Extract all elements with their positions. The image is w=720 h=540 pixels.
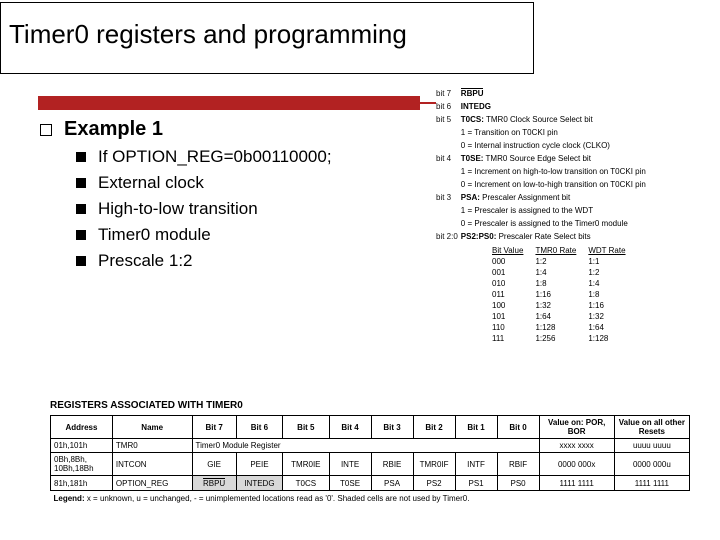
example-item: If OPTION_REG=0b00110000; [98,147,332,167]
page-title: Timer0 registers and programming [9,19,523,50]
associated-registers: REGISTERS ASSOCIATED WITH TIMER0 Address… [50,400,690,505]
option-reg-bit-defs: bit 7RBPUbit 6INTEDGbit 5T0CS: TMR0 Cloc… [436,88,649,344]
bullet-filled-icon [76,256,86,266]
assoc-title: REGISTERS ASSOCIATED WITH TIMER0 [50,400,690,411]
accent-bar-tail [420,102,436,104]
example-item: High-to-low transition [98,199,258,219]
bullet-filled-icon [76,152,86,162]
example-item: Prescale 1:2 [98,251,193,271]
example-heading: Example 1 [64,118,163,141]
bullet-filled-icon [76,230,86,240]
bullet-filled-icon [76,178,86,188]
example-item: External clock [98,173,204,193]
example-item: Timer0 module [98,225,211,245]
bullet-filled-icon [76,204,86,214]
bullet-hollow-icon [40,124,52,136]
accent-bar [38,96,420,110]
